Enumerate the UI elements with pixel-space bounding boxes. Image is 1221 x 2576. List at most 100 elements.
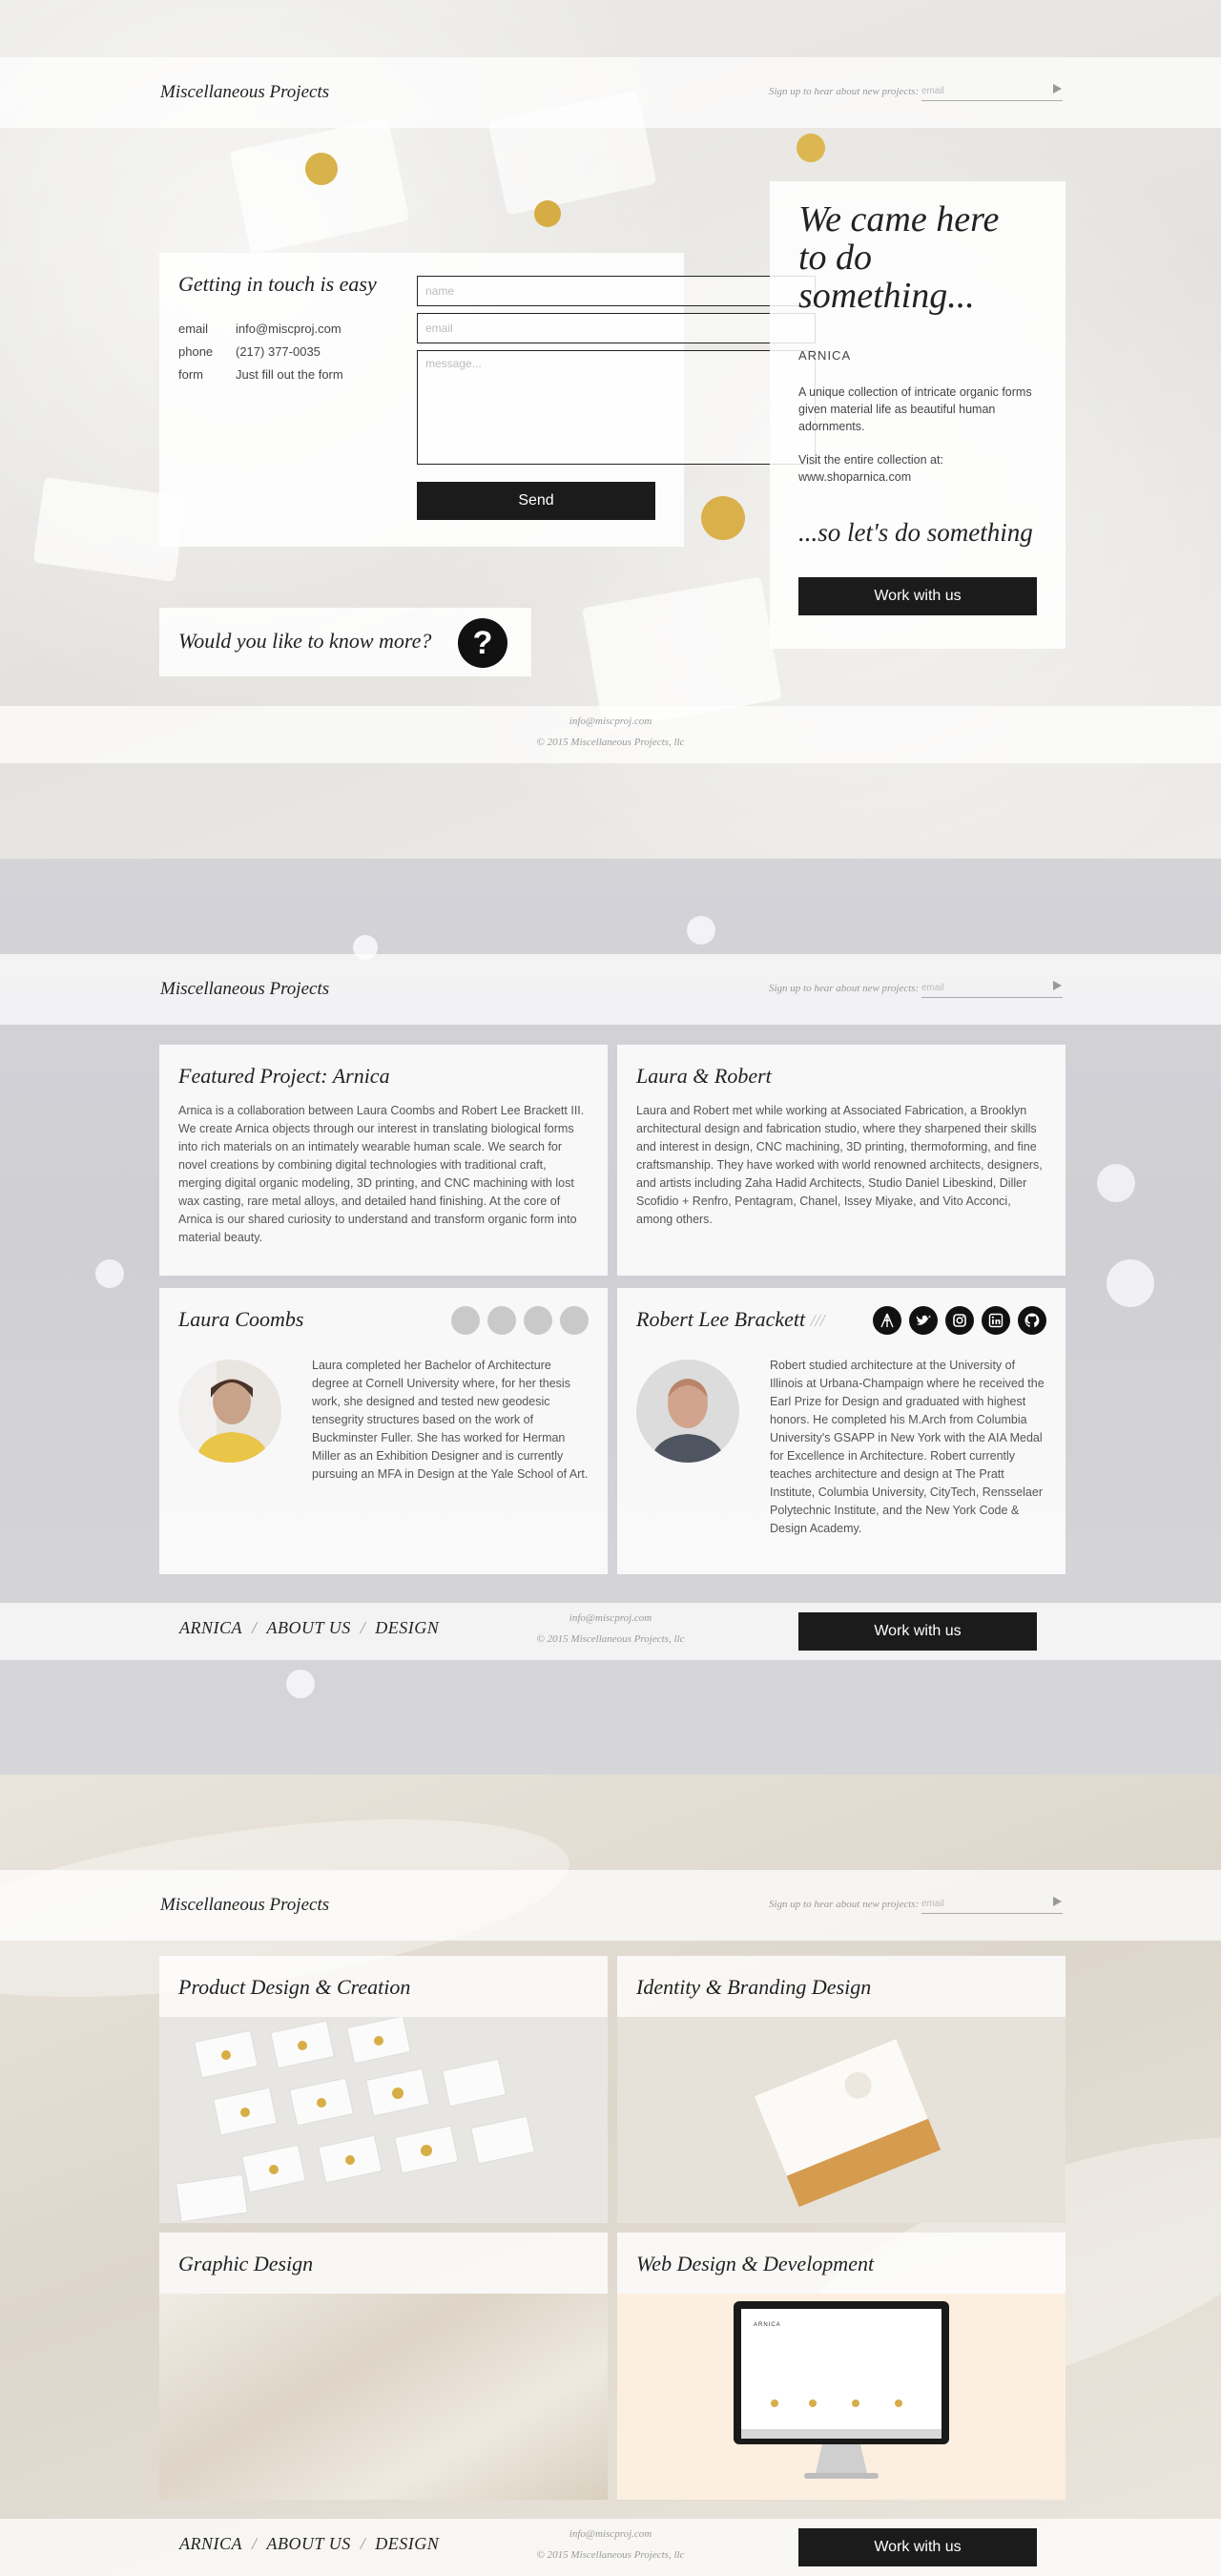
brand-logo[interactable]: Miscellaneous Projects xyxy=(160,82,329,103)
signup-submit-icon[interactable] xyxy=(1053,1897,1062,1906)
site-header: Miscellaneous Projects Sign up to hear a… xyxy=(0,57,1221,128)
contact-row-email: email info@miscproj.com xyxy=(178,322,341,336)
question-icon[interactable]: ? xyxy=(458,618,507,668)
instagram-icon[interactable] xyxy=(945,1306,974,1335)
deco-box xyxy=(229,117,410,255)
brand-logo[interactable]: Miscellaneous Projects xyxy=(160,1895,329,1916)
contact-row-label: email xyxy=(178,322,209,336)
intro-description: A unique collection of intricate organic… xyxy=(798,385,1032,433)
social-3-icon[interactable] xyxy=(524,1306,552,1335)
gold-ring-deco xyxy=(701,496,745,540)
intro-panel: We came here to do something... ARNICA A… xyxy=(770,181,1066,649)
flower-deco xyxy=(1097,1164,1135,1202)
gold-ring-deco xyxy=(797,134,825,162)
name-field[interactable] xyxy=(417,276,816,306)
robert-brackett-panel: Robert Lee Brackett /// Robert studied a… xyxy=(617,1288,1066,1574)
message-field[interactable] xyxy=(417,350,816,465)
contact-row-form: form Just fill out the form xyxy=(178,367,343,382)
featured-project-title: Featured Project: Arnica xyxy=(178,1064,390,1088)
footer-copyright: © 2015 Miscellaneous Projects, llc xyxy=(536,2549,685,2561)
intro-collection-link[interactable]: Visit the entire collection at: www.shop… xyxy=(798,451,1037,486)
work-with-us-button[interactable]: Work with us xyxy=(798,2528,1037,2566)
social-1-icon[interactable] xyxy=(451,1306,480,1335)
signup-email-input[interactable] xyxy=(921,979,1063,998)
service-caption: Web Design & Development xyxy=(617,2233,1066,2294)
service-caption: Product Design & Creation xyxy=(159,1956,608,2017)
signup-submit-icon[interactable] xyxy=(1053,84,1062,93)
site-footer: ARNICA / ABOUT US / DESIGN info@miscproj.com… xyxy=(0,1603,1221,1660)
laura-coombs-title: Laura Coombs xyxy=(178,1307,304,1331)
service-graphic-design[interactable]: Graphic Design xyxy=(159,2233,608,2500)
laura-robert-title: Laura & Robert xyxy=(636,1064,772,1088)
signup-text: Sign up to hear about new projects: xyxy=(769,1899,920,1910)
know-more-title: Would you like to know more? xyxy=(178,629,432,653)
contact-panel: Getting in touch is easy email info@miscp… xyxy=(159,253,816,547)
github-icon[interactable] xyxy=(1018,1306,1046,1335)
product-design-image[interactable] xyxy=(159,2015,608,2223)
service-product-design[interactable]: Product Design & Creation xyxy=(159,1956,608,2223)
laura-avatar xyxy=(178,1360,281,1463)
laura-coombs-panel: Laura Coombs Laura completed her Bachelo… xyxy=(159,1288,608,1574)
social-4-icon[interactable] xyxy=(560,1306,589,1335)
service-identity-branding[interactable]: Identity & Branding Design xyxy=(617,1956,1066,2223)
featured-project-text: Arnica is a collaboration between Laura … xyxy=(178,1104,585,1244)
flower-deco xyxy=(687,916,715,945)
robert-brackett-title: Robert Lee Brackett /// xyxy=(636,1307,825,1332)
email-field[interactable] xyxy=(417,313,816,343)
service-title: Web Design & Development xyxy=(636,2252,875,2275)
design-section: Miscellaneous Projects Sign up to hear a… xyxy=(0,1775,1221,2576)
mockup-brand: ARNICA xyxy=(754,2322,781,2328)
service-caption: Identity & Branding Design xyxy=(617,1956,1066,2017)
site-header: Miscellaneous Projects Sign up to hear a… xyxy=(0,954,1221,1025)
know-more-panel: Would you like to know more? ? xyxy=(159,608,531,676)
work-with-us-button[interactable]: Work with us xyxy=(798,1612,1037,1651)
work-with-us-button[interactable]: Work with us xyxy=(798,577,1037,615)
signup-submit-icon[interactable] xyxy=(1053,981,1062,990)
about-section: Miscellaneous Projects Sign up to hear a… xyxy=(0,859,1221,1775)
flower-deco xyxy=(95,1259,124,1288)
linkedin-icon[interactable] xyxy=(982,1306,1010,1335)
featured-project-panel: Featured Project: Arnica Arnica is a col… xyxy=(159,1045,608,1276)
flower-deco xyxy=(286,1670,315,1698)
robert-social-links xyxy=(873,1306,1046,1335)
arnica-icon[interactable] xyxy=(873,1306,901,1335)
social-2-icon[interactable] xyxy=(487,1306,516,1335)
footer-copyright: © 2015 Miscellaneous Projects, llc xyxy=(536,737,685,748)
gold-ring-deco xyxy=(305,153,338,185)
contact-row-value[interactable]: (217) 377-0035 xyxy=(236,344,321,359)
footer-email[interactable]: info@miscproj.com xyxy=(0,1612,1221,1624)
footer-copyright: © 2015 Miscellaneous Projects, llc xyxy=(536,1633,685,1645)
contact-row-label: phone xyxy=(178,344,214,359)
send-button[interactable]: Send xyxy=(417,482,655,520)
laura-robert-panel: Laura & Robert Laura and Robert met whil… xyxy=(617,1045,1066,1276)
brand-logo[interactable]: Miscellaneous Projects xyxy=(160,979,329,1000)
service-title: Identity & Branding Design xyxy=(636,1975,872,1999)
contact-title: Getting in touch is easy xyxy=(178,272,377,296)
footer-email[interactable]: info@miscproj.com xyxy=(0,716,1221,727)
twitter-icon[interactable] xyxy=(909,1306,938,1335)
intro-tagline: ...so let's do something xyxy=(798,518,1033,547)
site-footer: info@miscproj.com © 2015 Miscellaneous P… xyxy=(0,706,1221,763)
contact-row-value: Just fill out the form xyxy=(236,367,343,382)
footer-email[interactable]: info@miscproj.com xyxy=(0,2528,1221,2540)
laura-social-links xyxy=(451,1306,589,1335)
site-header: Miscellaneous Projects Sign up to hear a… xyxy=(0,1870,1221,1941)
intro-headline: We came here to do something... xyxy=(798,199,1000,316)
laura-coombs-text: Laura completed her Bachelor of Architec… xyxy=(312,1359,589,1481)
contact-row-label: form xyxy=(178,367,203,382)
graphic-design-image[interactable] xyxy=(159,2294,608,2500)
intro-tag: ARNICA xyxy=(798,348,852,363)
signup-email-input[interactable] xyxy=(921,1895,1063,1914)
contact-row-value[interactable]: info@miscproj.com xyxy=(236,322,341,336)
identity-branding-image[interactable] xyxy=(617,2017,1066,2223)
contact-row-phone: phone (217) 377-0035 xyxy=(178,344,321,359)
robert-brackett-text: Robert studied architecture at the Unive… xyxy=(770,1359,1045,1535)
gold-ring-deco xyxy=(534,200,561,227)
service-caption: Graphic Design xyxy=(159,2233,608,2294)
robert-avatar xyxy=(636,1360,739,1463)
signup-text: Sign up to hear about new projects: xyxy=(769,983,920,994)
service-title: Product Design & Creation xyxy=(178,1975,411,1999)
signup-email-input[interactable] xyxy=(921,82,1063,101)
service-web-design[interactable]: Web Design & Development ARNICA xyxy=(617,2233,1066,2500)
web-design-image[interactable]: ARNICA xyxy=(617,2294,1066,2500)
